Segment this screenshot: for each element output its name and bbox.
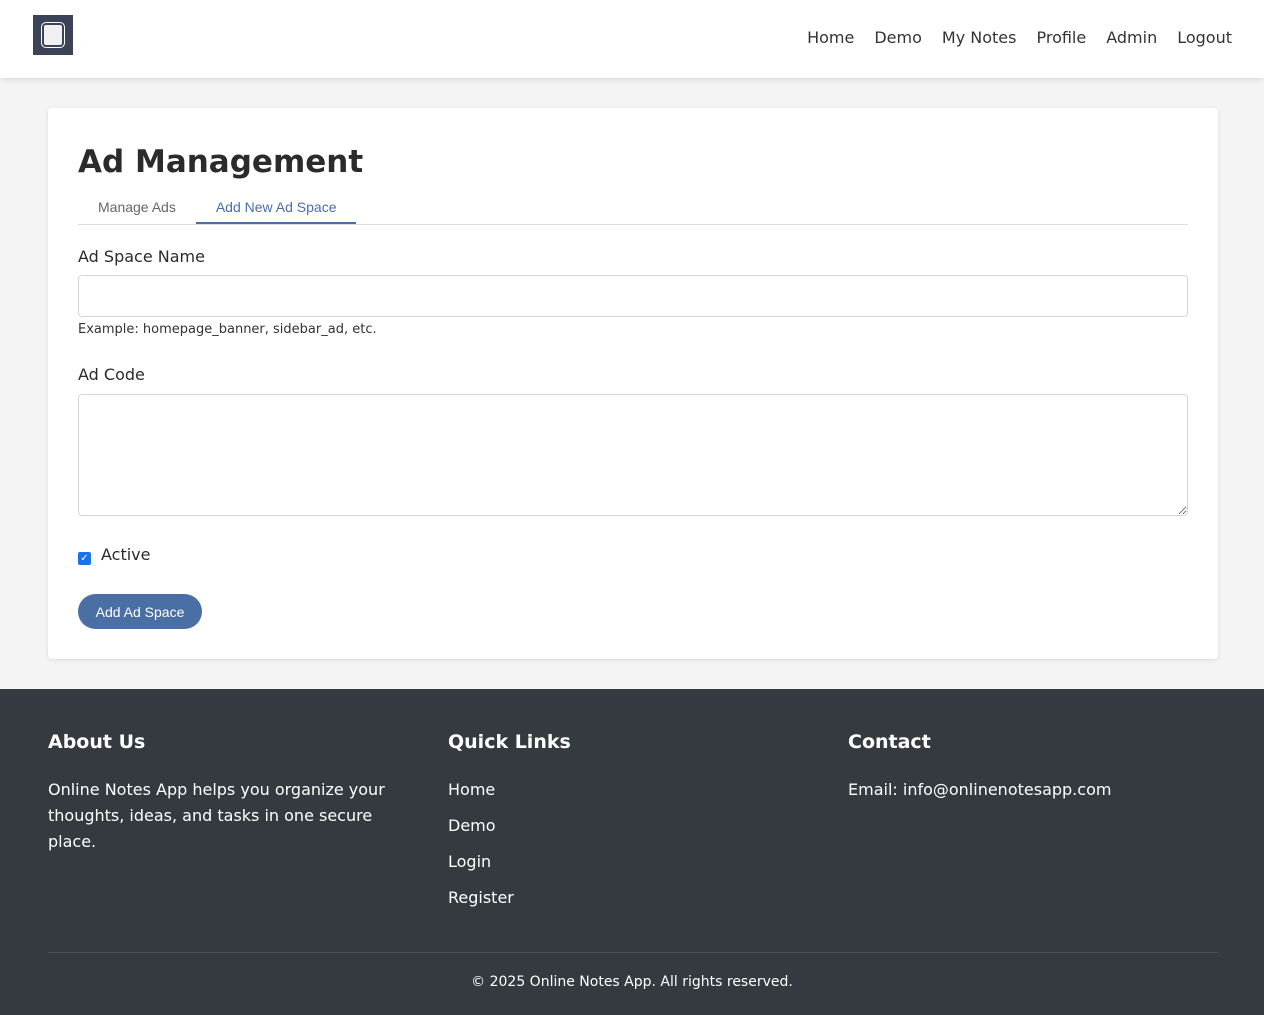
footer-link-login[interactable]: Login [448,849,798,875]
ad-code-textarea[interactable] [78,394,1188,516]
ad-code-label: Ad Code [78,365,145,384]
main-nav: Home Demo My Notes Profile Admin Logout [807,28,1232,47]
footer: About Us Online Notes App helps you orga… [0,689,1264,1015]
add-ad-space-button[interactable]: Add Ad Space [78,594,202,629]
about-title: About Us [48,731,146,753]
footer-link-demo[interactable]: Demo [448,813,798,839]
quick-links-title: Quick Links [448,731,571,753]
nav-demo[interactable]: Demo [874,28,922,47]
ad-space-name-help: Example: homepage_banner, sidebar_ad, et… [78,322,377,337]
nav-home[interactable]: Home [807,28,854,47]
page-title: Ad Management [78,144,364,180]
nav-admin[interactable]: Admin [1106,28,1157,47]
contact-email: Email: info@onlinenotesapp.com [848,780,1112,799]
nav-logout[interactable]: Logout [1177,28,1232,47]
nav-profile[interactable]: Profile [1036,28,1086,47]
footer-divider [48,952,1218,953]
ad-management-card: Ad Management Manage Ads Add New Ad Spac… [48,108,1218,659]
ad-space-name-input[interactable] [78,275,1188,317]
active-checkbox[interactable]: ✓ [78,552,91,565]
ad-space-name-label: Ad Space Name [78,247,205,266]
footer-link-register[interactable]: Register [448,885,798,911]
nav-my-notes[interactable]: My Notes [942,28,1017,47]
tabs: Manage Ads Add New Ad Space [78,194,1188,225]
contact-title: Contact [848,731,931,753]
tab-add-new-ad-space[interactable]: Add New Ad Space [195,194,357,224]
active-label[interactable]: Active [101,545,151,564]
notes-logo-icon[interactable] [33,15,73,55]
top-header: Home Demo My Notes Profile Admin Logout [0,0,1264,78]
copyright: © 2025 Online Notes App. All rights rese… [471,974,793,990]
about-text: Online Notes App helps you organize your… [48,780,385,851]
footer-link-home[interactable]: Home [448,777,798,803]
tab-manage-ads[interactable]: Manage Ads [78,194,196,224]
